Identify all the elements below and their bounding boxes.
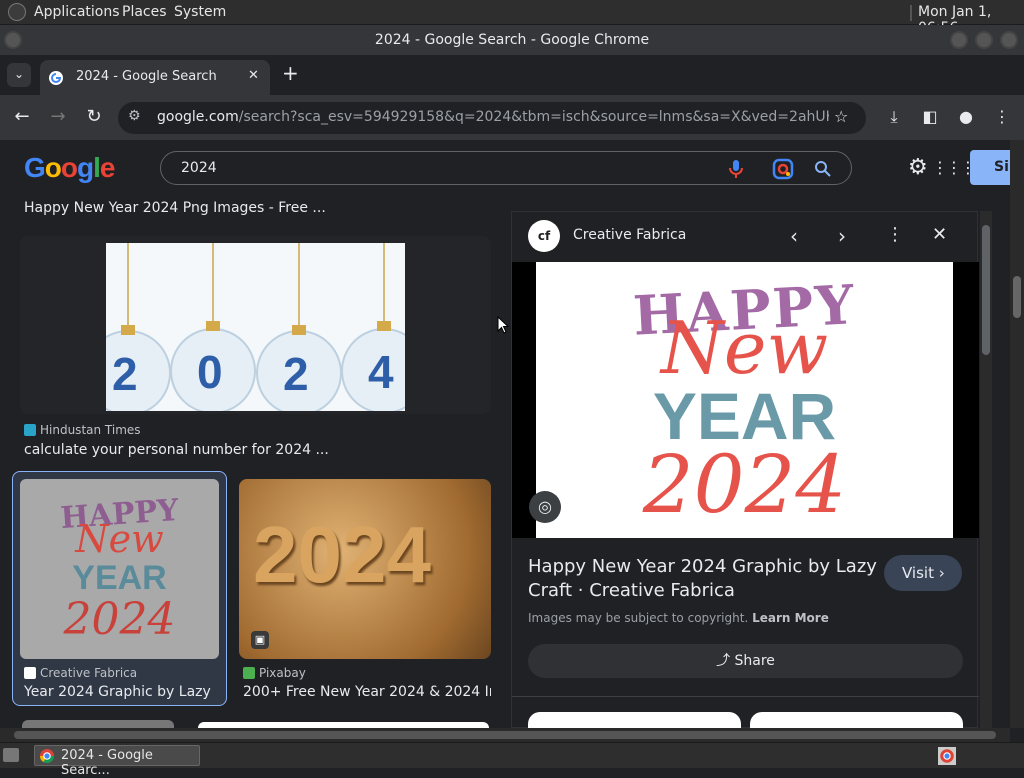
google-logo[interactable]: Google	[24, 152, 115, 184]
next-icon[interactable]: ›	[838, 224, 846, 248]
menu-applications[interactable]: Applications	[34, 4, 120, 20]
menu-system[interactable]: System	[174, 4, 226, 20]
creative-fabrica-favicon-icon	[24, 667, 36, 679]
window-titlebar[interactable]: 2024 - Google Search - Google Chrome	[0, 25, 1024, 55]
year-word: YEAR	[72, 559, 167, 597]
system-top-bar: Applications Places System Mon Jan 1, 06…	[0, 0, 1024, 36]
page-vertical-scrollbar[interactable]	[1010, 140, 1024, 728]
new-tab-button[interactable]: +	[282, 61, 302, 85]
forward-icon[interactable]: →	[46, 105, 70, 129]
show-desktop-icon[interactable]	[3, 748, 19, 762]
new-word: New	[75, 517, 164, 561]
tab-search-icon[interactable]: ⌄	[7, 63, 31, 87]
hindustan-times-favicon-icon	[24, 424, 36, 436]
url-domain: google.com	[157, 109, 239, 125]
gold-2024-image[interactable]: 2024 ▣	[239, 479, 491, 659]
result-title[interactable]: calculate your personal number for 2024 …	[24, 442, 484, 458]
side-panel-icon[interactable]: ◧	[918, 105, 942, 129]
taskbar-window-label: 2024 - Google Searc...	[61, 748, 153, 778]
page-scrollbar-thumb[interactable]	[1013, 276, 1021, 318]
result-title[interactable]: 200+ Free New Year 2024 & 2024 Im...	[243, 684, 491, 700]
tab-title: 2024 - Google Search	[76, 69, 217, 84]
horizontal-scrollbar-thumb[interactable]	[14, 731, 996, 739]
search-input[interactable]: 2024	[181, 160, 217, 176]
site-info-icon[interactable]: ⚙	[128, 108, 141, 124]
bookmark-star-icon[interactable]: ☆	[834, 107, 848, 126]
result-source: Pixabay	[259, 666, 306, 680]
google-favicon-icon	[49, 71, 63, 85]
preview-title[interactable]: Happy New Year 2024 Graphic by Lazy Craf…	[528, 555, 877, 603]
result-title[interactable]: Year 2024 Graphic by Lazy ...	[24, 684, 214, 700]
ornament-digit: 2	[112, 348, 138, 400]
tab-close-icon[interactable]: ✕	[248, 68, 259, 83]
page-horizontal-scrollbar[interactable]	[0, 728, 1010, 742]
ornaments-image[interactable]: 2 0 2 4	[106, 243, 405, 411]
preview-title-line: Craft · Creative Fabrica	[528, 580, 735, 601]
next-result-peek	[22, 720, 174, 728]
search-box[interactable]: 2024	[160, 151, 852, 185]
preview-title-line: Happy New Year 2024 Graphic by Lazy	[528, 556, 877, 577]
ornament-digit: 0	[197, 346, 223, 398]
happy-new-year-thumbnail[interactable]: HAPPY New YEAR 2024	[20, 479, 219, 659]
window-title: 2024 - Google Search - Google Chrome	[374, 32, 650, 48]
address-bar[interactable]: ⚙ google.com/search?sca_esv=594929158&q=…	[118, 102, 866, 134]
close-preview-icon[interactable]: ✕	[932, 224, 947, 245]
settings-gear-icon[interactable]: ⚙	[908, 155, 928, 180]
maximize-button[interactable]	[975, 31, 993, 49]
gold-2024-text: 2024	[253, 510, 431, 599]
creative-fabrica-logo-icon: cf	[528, 220, 560, 252]
divider	[910, 5, 912, 21]
lens-icon[interactable]: ◎	[529, 491, 561, 523]
minimize-button[interactable]	[950, 31, 968, 49]
bottom-taskbar: 2024 - Google Searc...	[0, 742, 1024, 778]
window-menu-icon[interactable]	[4, 31, 22, 49]
url-path: /search?sca_esv=594929158&q=2024&tbm=isc…	[238, 109, 829, 125]
mouse-cursor-icon	[497, 316, 509, 334]
ornament-digit: 2	[283, 348, 309, 400]
apps-grid-icon[interactable]: ⋮⋮⋮	[932, 158, 976, 177]
pixabay-favicon-icon	[243, 667, 255, 679]
preview-image-frame: HAPPY New YEAR 2024 ◎	[512, 262, 979, 538]
profile-icon[interactable]: ●	[954, 105, 978, 129]
learn-more-link[interactable]: Learn More	[752, 611, 829, 625]
year-number: 2024	[63, 594, 176, 645]
ornament-digit: 4	[368, 346, 394, 398]
menu-places[interactable]: Places	[122, 4, 167, 20]
reload-icon[interactable]: ↻	[82, 105, 106, 129]
copyright-note: Images may be subject to copyright. Lear…	[528, 611, 829, 625]
chrome-tray-icon[interactable]	[938, 747, 956, 765]
voice-search-icon[interactable]	[729, 159, 743, 179]
gnome-foot-icon[interactable]	[8, 3, 26, 21]
search-icon[interactable]	[814, 160, 832, 178]
share-icon: ⤴	[716, 653, 731, 669]
result-source: Creative Fabrica	[40, 666, 138, 680]
previous-icon[interactable]: ‹	[790, 224, 798, 248]
more-options-icon[interactable]: ⋮	[886, 224, 904, 245]
image-preview-panel: cf Creative Fabrica ‹ › ⋮ ✕ HAPPY New YE…	[511, 211, 979, 732]
close-window-button[interactable]	[1000, 31, 1018, 49]
taskbar-window-button[interactable]: 2024 - Google Searc...	[34, 745, 200, 778]
preview-source[interactable]: Creative Fabrica	[573, 227, 686, 243]
image-badge-icon: ▣	[251, 631, 269, 649]
download-icon[interactable]: ⤓	[882, 105, 906, 129]
sign-in-button[interactable]: Si	[970, 150, 1014, 185]
divider	[512, 696, 979, 697]
chrome-icon	[40, 749, 54, 763]
panel-scrollbar-thumb[interactable]	[982, 225, 990, 355]
chrome-menu-icon[interactable]: ⋮	[990, 105, 1014, 129]
tab-google-search[interactable]: 2024 - Google Search ✕	[40, 60, 270, 95]
preview-image[interactable]: HAPPY New YEAR 2024	[536, 262, 953, 538]
panel-scrollbar[interactable]	[980, 211, 992, 728]
copyright-text: Images may be subject to copyright.	[528, 611, 749, 625]
lens-search-icon[interactable]	[772, 158, 794, 180]
visit-label: Visit	[902, 564, 934, 582]
share-button[interactable]: ⤴ Share	[528, 644, 963, 678]
share-label: Share	[734, 653, 775, 669]
year-number: 2024	[642, 438, 847, 531]
result-source: Hindustan Times	[40, 423, 141, 437]
visit-button[interactable]: Visit ›	[884, 555, 962, 591]
result-title[interactable]: Happy New Year 2024 Png Images - Free ..…	[24, 200, 484, 216]
back-icon[interactable]: ←	[10, 105, 34, 129]
